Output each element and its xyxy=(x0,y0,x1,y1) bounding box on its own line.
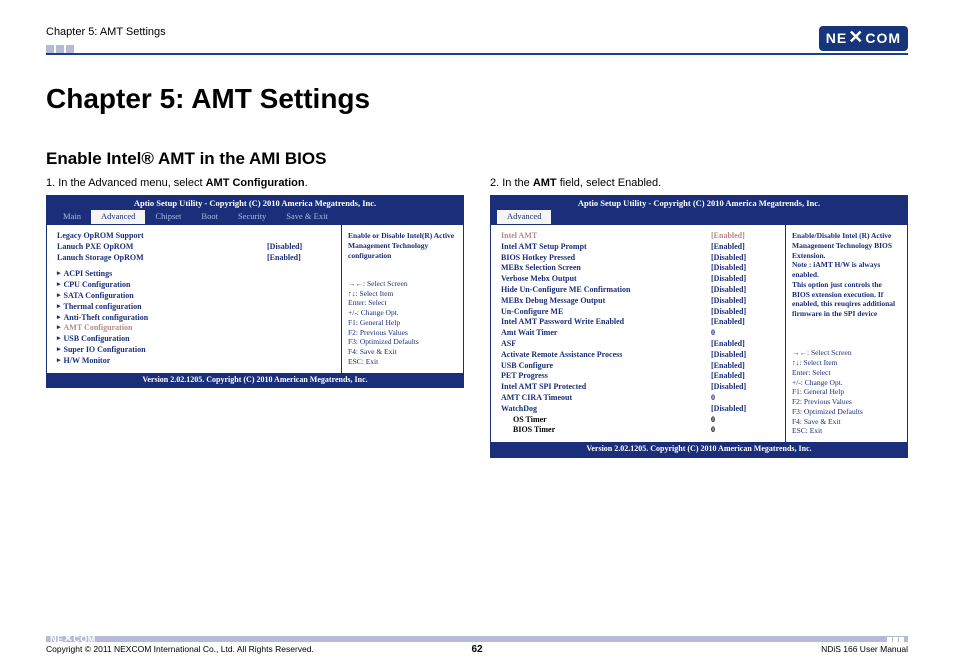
bios-title: Aptio Setup Utility - Copyright (C) 2010… xyxy=(47,196,463,210)
bios-tab: Advanced xyxy=(497,210,551,224)
bios-tabs: Advanced xyxy=(491,210,907,225)
bios-tab: Advanced xyxy=(91,210,145,224)
section-title: Enable Intel® AMT in the AMI BIOS xyxy=(46,149,908,169)
footer-accent: NE✕COM xyxy=(46,636,908,642)
bios-row: Intel AMT[Enabled] xyxy=(501,231,777,242)
logo: NE✕COM xyxy=(819,26,908,51)
chapter-title: Chapter 5: AMT Settings xyxy=(46,83,908,115)
bios-title: Aptio Setup Utility - Copyright (C) 2010… xyxy=(491,196,907,210)
bios-row: AMT Configuration xyxy=(57,323,333,334)
bios-row: AMT CIRA Timeout0 xyxy=(501,393,777,404)
bios-row: WatchDog[Disabled] xyxy=(501,404,777,415)
bios-screenshot-1: Aptio Setup Utility - Copyright (C) 2010… xyxy=(46,195,464,388)
header-chapter: Chapter 5: AMT Settings xyxy=(46,26,166,38)
bios-row: USB Configure[Enabled] xyxy=(501,361,777,372)
bios-row: Lanuch PXE OpROM[Disabled] xyxy=(57,242,333,253)
bios-row: Intel AMT Password Write Enabled[Enabled… xyxy=(501,317,777,328)
bios-screenshot-2: Aptio Setup Utility - Copyright (C) 2010… xyxy=(490,195,908,458)
bios-row: Lanuch Storage OpROM[Enabled] xyxy=(57,253,333,264)
bios-help-text: Enable or Disable Intel(R) Active Manage… xyxy=(348,231,457,260)
bios-row: OS Timer0 xyxy=(501,415,777,426)
bios-row: Anti-Theft configuration xyxy=(57,313,333,324)
bios-row: Hide Un-Configure ME Confirmation[Disabl… xyxy=(501,285,777,296)
bios-footer: Version 2.02.1205. Copyright (C) 2010 Am… xyxy=(491,442,907,456)
bios-tabs: MainAdvancedChipsetBootSecuritySave & Ex… xyxy=(47,210,463,225)
bios-row: Activate Remote Assistance Process[Disab… xyxy=(501,350,777,361)
bios-help-keys: →←: Select Screen↑↓: Select ItemEnter: S… xyxy=(792,348,901,436)
bios-tab: Boot xyxy=(191,210,228,224)
bios-row: BIOS Hotkey Pressed[Disabled] xyxy=(501,253,777,264)
header-rule xyxy=(46,53,908,55)
bios-row: PET Progress[Enabled] xyxy=(501,371,777,382)
bios-row: Verbose Mebx Output[Disabled] xyxy=(501,274,777,285)
bios-row: Legacy OpROM Support xyxy=(57,231,333,242)
bios-row: Thermal configuration xyxy=(57,302,333,313)
bios-row: H/W Monitor xyxy=(57,356,333,367)
bios-tab: Chipset xyxy=(145,210,191,224)
bios-help-text: Enable/Disable Intel (R) Active Manageme… xyxy=(792,231,901,319)
bios-row: Intel AMT Setup Prompt[Enabled] xyxy=(501,242,777,253)
bios-row: Intel AMT SPI Protected[Disabled] xyxy=(501,382,777,393)
step-2: 2. In the AMT field, select Enabled. xyxy=(490,177,908,189)
bios-row: SATA Configuration xyxy=(57,291,333,302)
bios-row: Amt Wait Timer0 xyxy=(501,328,777,339)
page-number: 62 xyxy=(46,644,908,655)
bios-tab: Security xyxy=(228,210,276,224)
bios-row: MEBx Debug Message Output[Disabled] xyxy=(501,296,777,307)
bios-help-keys: →←: Select Screen↑↓: Select ItemEnter: S… xyxy=(348,279,457,367)
bios-row: ASF[Enabled] xyxy=(501,339,777,350)
bios-tab: Main xyxy=(53,210,91,224)
bios-footer: Version 2.02.1205. Copyright (C) 2010 Am… xyxy=(47,373,463,387)
bios-row: MEBx Selection Screen[Disabled] xyxy=(501,263,777,274)
bios-row: Super IO Configuration xyxy=(57,345,333,356)
bios-row: BIOS Timer0 xyxy=(501,425,777,436)
bios-tab: Save & Exit xyxy=(276,210,338,224)
bios-row: ACPI Settings xyxy=(57,269,333,280)
bios-row: USB Configuration xyxy=(57,334,333,345)
step-1: 1. In the Advanced menu, select AMT Conf… xyxy=(46,177,464,189)
bios-row: Un-Configure ME[Disabled] xyxy=(501,307,777,318)
bios-row: CPU Configuration xyxy=(57,280,333,291)
